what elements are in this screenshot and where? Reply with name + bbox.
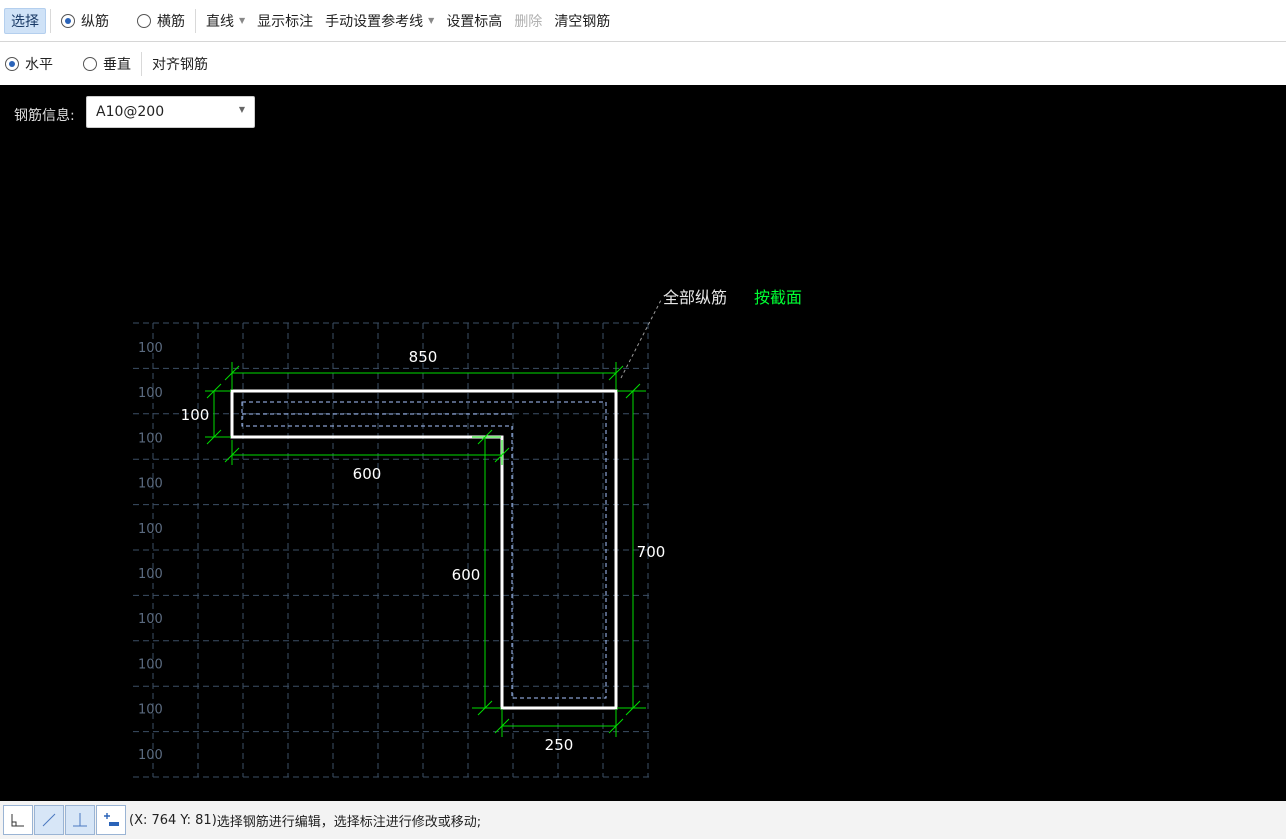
grid-row-label: 100	[138, 612, 163, 627]
dimension-flange-inner-length[interactable]: 600	[353, 465, 382, 483]
all-longitudinal-annotation[interactable]: 全部纵筋	[663, 288, 727, 307]
status-coordinates: (X: 764 Y: 81)	[129, 812, 217, 828]
diagonal-line-icon	[42, 813, 56, 827]
radio-unchecked-icon	[83, 57, 97, 71]
annotation-leader-line	[620, 299, 662, 379]
dimension-top-width[interactable]: 850	[409, 348, 438, 366]
add-point-icon	[104, 813, 119, 826]
corner-icon	[11, 814, 24, 827]
toolbar-separator	[141, 52, 142, 76]
manual-reference-label: 手动设置参考线	[325, 13, 424, 30]
orientation-toolbar: 水平 垂直 对齐钢筋	[0, 43, 1286, 85]
show-dimension-button[interactable]: 显示标注	[251, 8, 319, 34]
radio-unchecked-icon	[137, 13, 151, 28]
grid-row-label: 100	[138, 522, 163, 537]
horizontal-label: 水平	[25, 57, 53, 73]
grid-row-label: 100	[138, 748, 163, 763]
longitudinal-label: 纵筋	[81, 13, 109, 30]
diagonal-line-tool-button[interactable]	[34, 805, 64, 835]
set-elevation-button[interactable]: 设置标高	[440, 8, 508, 34]
horizontal-radio[interactable]: 水平	[0, 51, 59, 77]
grid-row-labels: 100 100 100 100 100 100 100 100 100 100	[138, 341, 163, 763]
perpendicular-tool-button[interactable]	[65, 805, 95, 835]
perpendicular-icon	[73, 813, 87, 827]
grid-row-label: 100	[138, 386, 163, 401]
grid-row-label: 100	[138, 657, 163, 672]
grid-row-label: 100	[138, 341, 163, 356]
dimension-flange-thickness[interactable]: 100	[181, 406, 210, 424]
status-message: 选择钢筋进行编辑，选择标注进行修改或移动;	[216, 814, 482, 830]
align-rebar-button[interactable]: 对齐钢筋	[146, 51, 214, 77]
clear-rebar-button[interactable]: 清空钢筋	[548, 8, 616, 34]
grid-row-label: 100	[138, 567, 163, 582]
section-drawing: 100 100 100 100 100 100 100 100 100 100 全部纵筋 按截面	[133, 288, 802, 778]
grid-row-label: 100	[138, 477, 163, 492]
chevron-down-icon: ▼	[428, 16, 435, 25]
line-mode-label: 直线	[206, 13, 234, 30]
grid-row-label: 100	[138, 703, 163, 718]
delete-button[interactable]: 删除	[508, 8, 548, 34]
main-toolbar: 选择 纵筋 横筋 直线 ▼ 显示标注 手动设置参考线 ▼ 设置标高 删除 清空钢…	[0, 0, 1286, 42]
vertical-label: 垂直	[103, 57, 131, 73]
add-point-tool-button[interactable]	[96, 805, 126, 835]
dimension-web-width[interactable]: 250	[545, 736, 574, 754]
status-bar: (X: 764 Y: 81) 选择钢筋进行编辑，选择标注进行修改或移动;	[0, 801, 1286, 839]
radio-checked-icon	[61, 13, 75, 28]
toolbar-separator	[50, 8, 51, 33]
corner-tool-button[interactable]	[3, 805, 33, 835]
grid-row-label: 100	[138, 431, 163, 446]
manual-reference-dropdown[interactable]: 手动设置参考线 ▼	[319, 8, 440, 34]
drawing-canvas[interactable]: 钢筋信息: A10@200 ▼ 100 100 100 100 100 100 100 100…	[0, 85, 1286, 801]
longitudinal-radio[interactable]: 纵筋	[55, 8, 115, 34]
transverse-radio[interactable]: 横筋	[131, 8, 191, 34]
chevron-down-icon: ▼	[239, 16, 246, 25]
radio-checked-icon	[5, 57, 19, 71]
dimension-total-height[interactable]: 700	[637, 543, 666, 561]
by-section-annotation[interactable]: 按截面	[754, 288, 802, 307]
dimension-web-inner-height[interactable]: 600	[452, 566, 481, 584]
toolbar-separator	[195, 8, 196, 33]
transverse-label: 横筋	[157, 13, 185, 30]
vertical-radio[interactable]: 垂直	[77, 51, 137, 77]
line-mode-dropdown[interactable]: 直线 ▼	[200, 8, 251, 34]
select-button[interactable]: 选择	[4, 7, 46, 34]
